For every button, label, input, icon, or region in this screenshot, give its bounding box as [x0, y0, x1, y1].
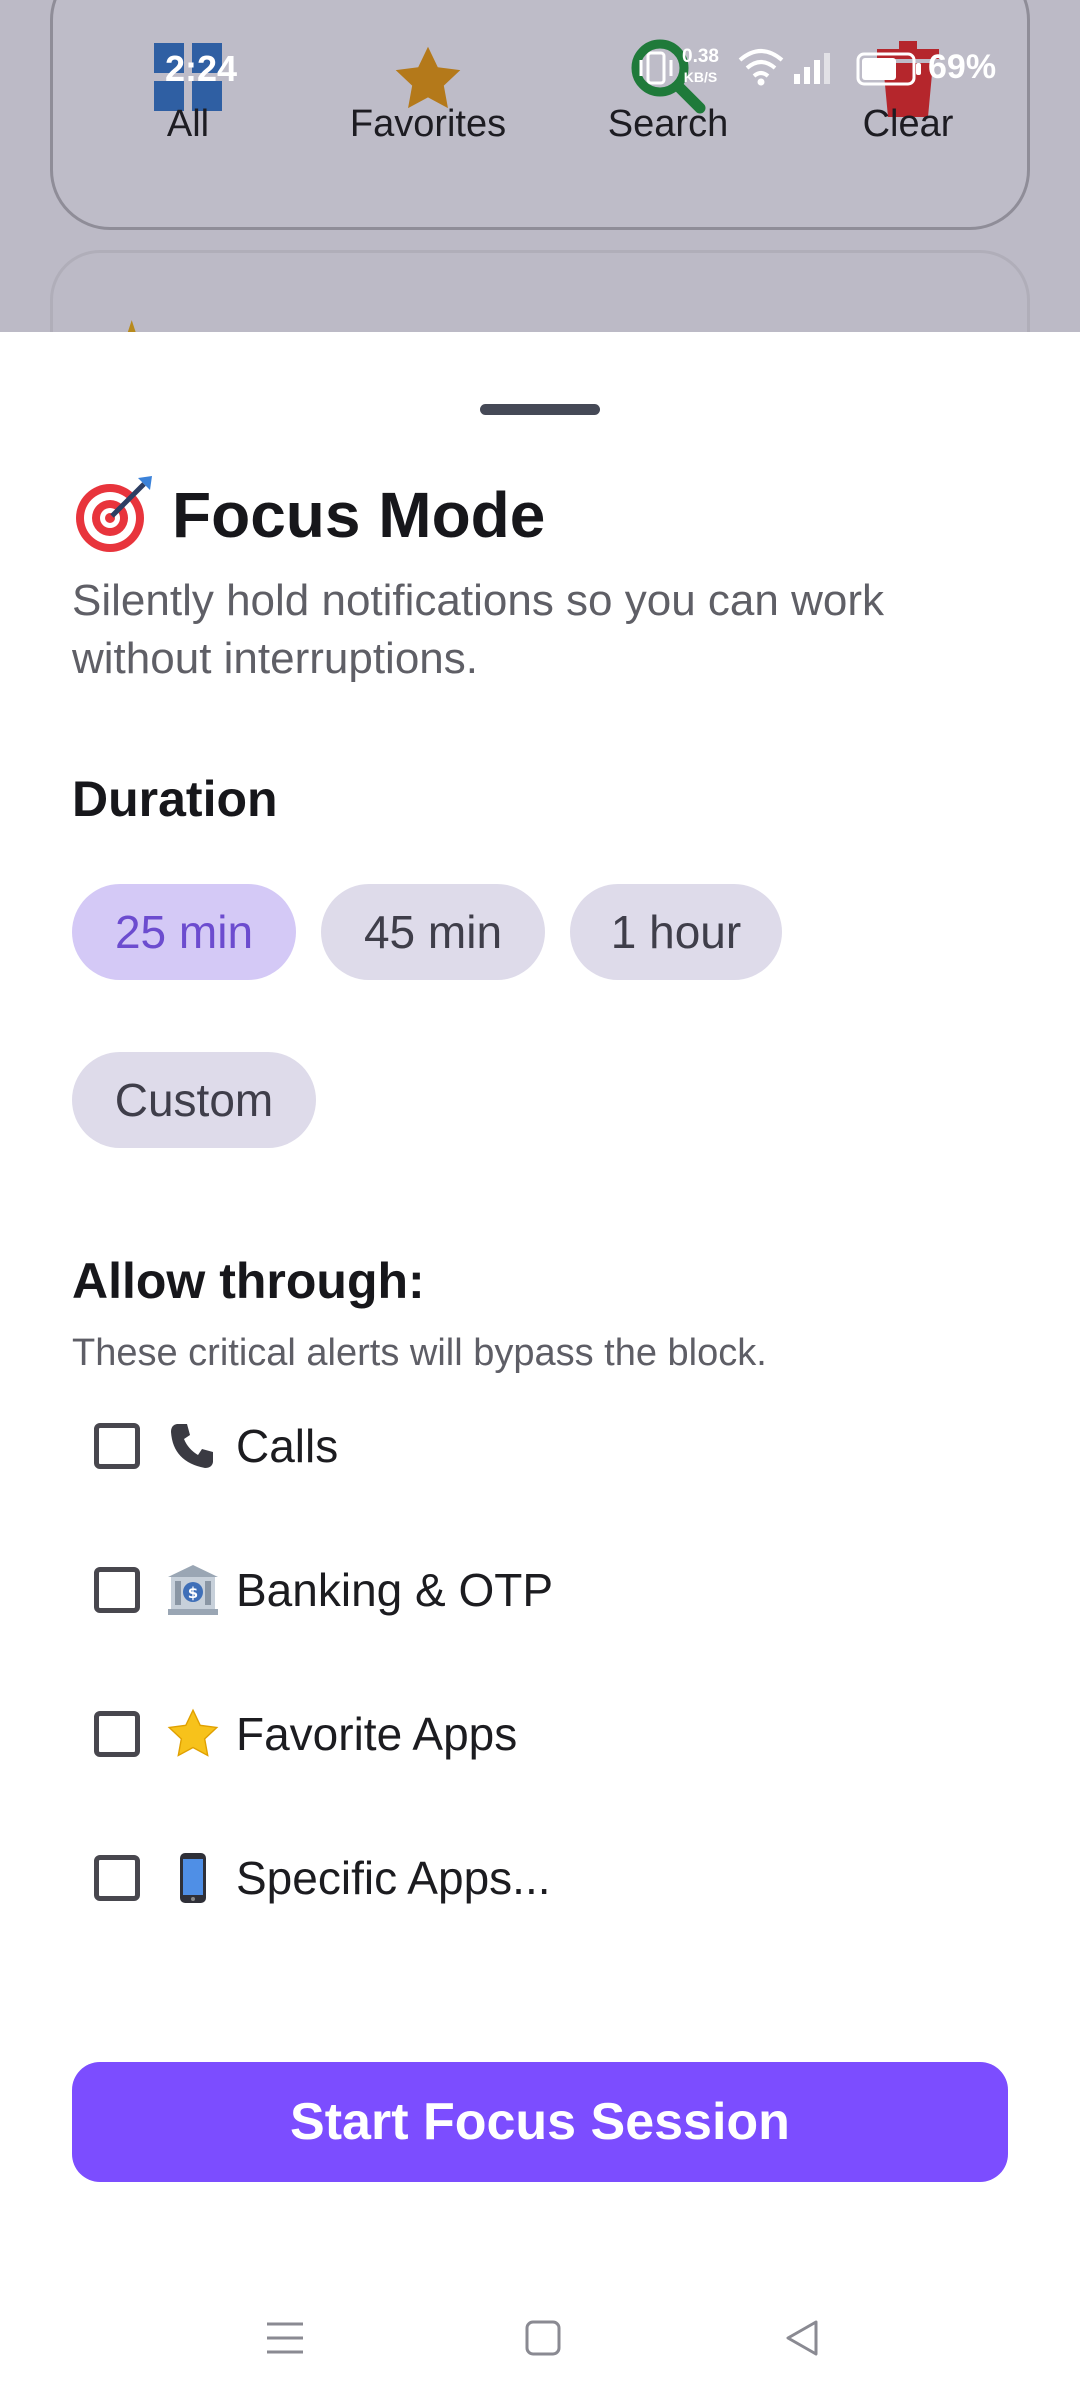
chip-label: Custom [114, 1074, 274, 1126]
chip-25-min[interactable]: 25 min [72, 884, 296, 980]
option-banking-otp[interactable]: $ Banking & OTP [94, 1555, 553, 1625]
focus-mode-sheet: Focus Mode Silently hold notifications s… [0, 332, 1080, 2400]
svg-text:$: $ [188, 1584, 198, 1602]
sheet-header: Focus Mode [72, 475, 545, 555]
signal-icon [792, 52, 832, 89]
vibrate-icon [636, 48, 676, 93]
duration-heading: Duration [72, 771, 278, 827]
option-specific-apps[interactable]: Specific Apps... [94, 1843, 551, 1913]
favorite-apps-checkbox[interactable] [94, 1711, 140, 1757]
network-speed-value: 0.38 [682, 46, 719, 67]
home-square-icon[interactable] [513, 2308, 573, 2368]
calls-checkbox[interactable] [94, 1423, 140, 1469]
bank-icon: $ [164, 1561, 222, 1619]
sheet-description: Silently hold notifications so you can w… [72, 576, 884, 683]
chip-1-hour[interactable]: 1 hour [570, 884, 782, 980]
chip-45-min[interactable]: 45 min [321, 884, 545, 980]
status-time: 2:24 [165, 48, 238, 89]
target-icon [72, 474, 154, 556]
drag-handle[interactable] [480, 404, 600, 415]
star-icon [164, 1705, 222, 1763]
chip-label: 1 hour [610, 906, 742, 958]
start-focus-session-button[interactable]: Start Focus Session [72, 2062, 1008, 2182]
option-favorite-apps[interactable]: Favorite Apps [94, 1699, 517, 1769]
allow-through-heading: Allow through: [72, 1253, 425, 1309]
option-label: Favorite Apps [236, 1708, 518, 1760]
network-speed-unit: KB/S [683, 69, 718, 85]
page-title: Focus Mode [172, 479, 546, 551]
option-label: Specific Apps... [236, 1852, 551, 1904]
wifi-icon [738, 48, 784, 91]
chip-custom[interactable]: Custom [72, 1052, 316, 1148]
mobile-phone-icon [164, 1849, 222, 1907]
menu-icon[interactable] [255, 2308, 315, 2368]
banking-checkbox[interactable] [94, 1567, 140, 1613]
network-speed: 0.38 KB/S [682, 47, 719, 87]
option-calls[interactable]: Calls [94, 1411, 338, 1481]
option-label: Calls [236, 1420, 339, 1472]
status-bar: 2:24 0.38 KB/S 69% [0, 0, 1080, 135]
allow-through-hint: These critical alerts will bypass the bl… [72, 1332, 767, 1374]
phone-icon [164, 1417, 222, 1475]
option-label: Banking & OTP [236, 1564, 554, 1616]
battery-icon [856, 52, 922, 91]
system-nav-bar [0, 2268, 1080, 2400]
battery-percentage: 69% [928, 48, 997, 86]
specific-apps-checkbox[interactable] [94, 1855, 140, 1901]
back-triangle-icon[interactable] [772, 2308, 832, 2368]
chip-label: 45 min [363, 906, 503, 958]
chip-label: 25 min [114, 906, 254, 958]
